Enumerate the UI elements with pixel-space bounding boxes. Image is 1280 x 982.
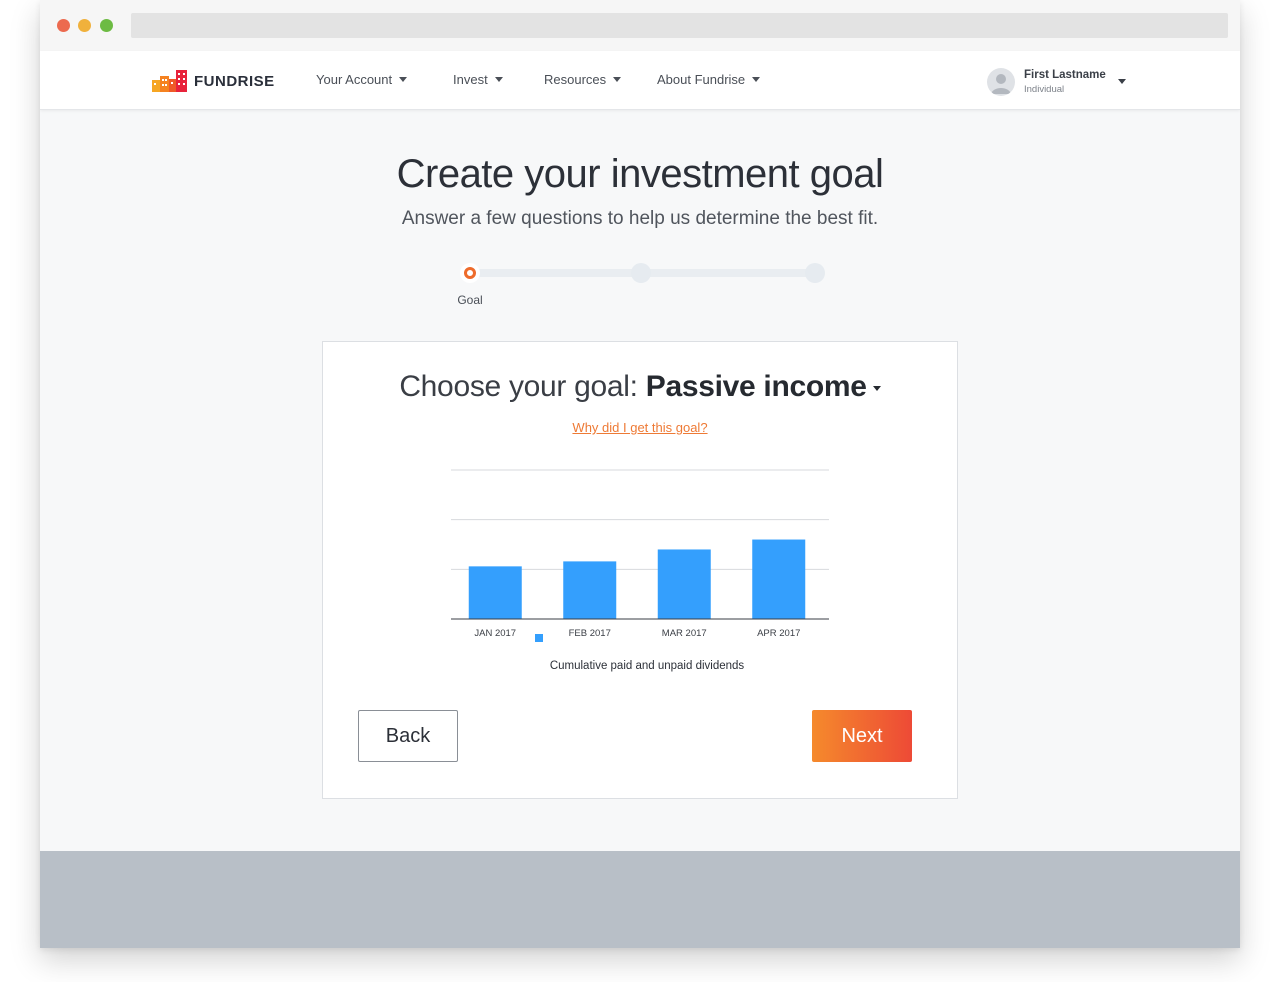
goal-card: Choose your goal: Passive income Why did…: [322, 341, 958, 799]
maximize-window-button[interactable]: [100, 19, 113, 32]
chevron-down-icon: [752, 77, 761, 82]
chevron-down-icon: [494, 77, 503, 82]
top-navigation: FUNDRISE Your Account Invest Resources A…: [40, 51, 1240, 110]
x-tick-label: APR 2017: [757, 628, 800, 639]
address-bar[interactable]: [131, 13, 1228, 38]
browser-window: FUNDRISE Your Account Invest Resources A…: [40, 0, 1240, 948]
brand-name: FUNDRISE: [194, 72, 275, 90]
buildings-logo-icon: [152, 70, 187, 92]
nav-about-fundrise[interactable]: About Fundrise: [657, 72, 761, 87]
chart-bar: [468, 566, 522, 619]
step-3-dot: [805, 263, 825, 283]
progress-stepper: [460, 263, 826, 283]
chart-bar: [563, 561, 617, 619]
back-button[interactable]: Back: [358, 710, 458, 762]
nav-resources-label: Resources: [544, 72, 607, 87]
nav-invest-label: Invest: [453, 72, 488, 87]
user-name: First Lastname: [1024, 68, 1106, 81]
browser-chrome: [40, 0, 1240, 51]
x-tick-label: MAR 2017: [662, 628, 707, 639]
dividends-chart: JAN 2017 FEB 2017 MAR 2017 APR 2017 Cumulati…: [451, 469, 829, 672]
step-1-dot: [460, 263, 480, 283]
fundrise-logo[interactable]: FUNDRISE: [152, 69, 275, 93]
user-menu[interactable]: First Lastname Individual: [987, 67, 1126, 97]
avatar: [987, 68, 1015, 96]
page-subtitle: Answer a few questions to help us determ…: [401, 208, 879, 229]
close-window-button[interactable]: [57, 19, 70, 32]
chart-bar: [657, 549, 711, 619]
nav-invest[interactable]: Invest: [453, 72, 503, 87]
nav-about-fundrise-label: About Fundrise: [657, 72, 746, 87]
nav-your-account-label: Your Account: [316, 72, 393, 87]
chevron-down-icon: [1118, 79, 1126, 84]
x-tick-label: FEB 2017: [569, 628, 611, 639]
account-type: Individual: [1024, 83, 1065, 95]
next-button[interactable]: Next: [812, 710, 912, 762]
legend-swatch: [535, 634, 543, 642]
chevron-down-icon: [613, 77, 622, 82]
nav-your-account[interactable]: Your Account: [316, 72, 408, 87]
step-1-label: Goal: [457, 293, 483, 307]
chevron-down-icon: [399, 77, 408, 82]
page-title: Create your investment goal: [396, 152, 884, 196]
step-2-dot: [631, 263, 651, 283]
footer: [40, 851, 1240, 948]
x-tick-label: JAN 2017: [474, 628, 516, 639]
minimize-window-button[interactable]: [78, 19, 91, 32]
chart-bar: [752, 539, 806, 619]
user-icon: [991, 74, 1011, 94]
nav-resources[interactable]: Resources: [544, 72, 622, 87]
legend-label: Cumulative paid and unpaid dividends: [550, 660, 745, 672]
